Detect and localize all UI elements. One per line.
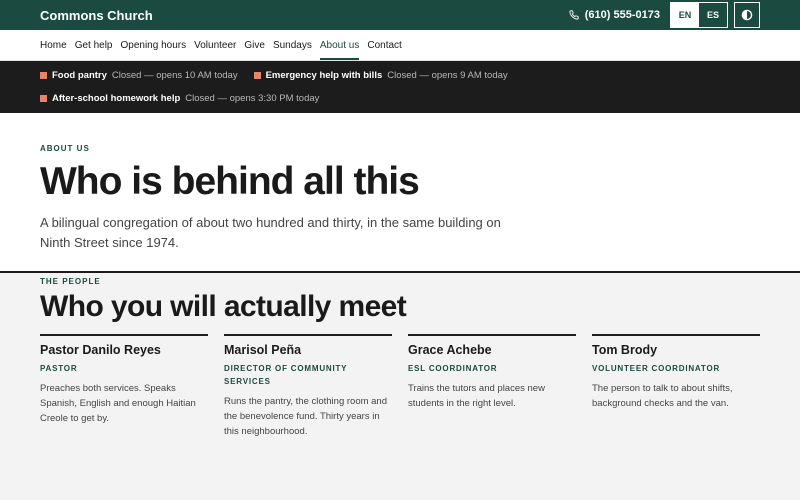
status-emergency-bills: Emergency help with bills Closed — opens… (253, 70, 508, 81)
status-state: Closed — opens 10 AM today (111, 70, 238, 81)
status-indicator (40, 72, 47, 79)
about-eyebrow: ABOUT US (40, 144, 90, 153)
nav-item-get-help[interactable]: Get help (75, 30, 113, 60)
top-bar: Commons Church (610) 555-0173 EN ES (0, 0, 800, 30)
status-indicator (253, 72, 261, 79)
status-name[interactable]: Food pantry (52, 70, 107, 81)
person-description: Runs the pantry, the clothing room and t… (224, 396, 388, 437)
person-description: Trains the tutors and places new student… (408, 383, 545, 409)
language-switch: EN ES (670, 2, 728, 28)
nav-item-home[interactable]: Home (40, 30, 67, 60)
phone-link[interactable]: (610) 555-0173 (569, 9, 660, 21)
status-homework-help: After-school homework help Closed — open… (40, 93, 319, 104)
service-status-bar: Food pantry Closed — opens 10 AM today E… (0, 61, 800, 113)
person-name: Grace Achebe (408, 343, 492, 357)
person-name: Marisol Peña (224, 343, 302, 357)
status-indicator (40, 95, 47, 102)
about-lede: A bilingual congregation of about two hu… (40, 215, 501, 250)
person-card: Marisol Peña DIRECTOR OF COMMUNITY SERVI… (224, 334, 392, 439)
nav-item-volunteer[interactable]: Volunteer (194, 30, 236, 60)
person-role: PASTOR (40, 364, 78, 373)
lang-es-button[interactable]: ES (699, 3, 727, 27)
status-state: Closed — opens 3:30 PM today (185, 93, 320, 104)
person-name: Pastor Danilo Reyes (40, 343, 161, 357)
person-role: DIRECTOR OF COMMUNITY SERVICES (224, 364, 348, 386)
person-description: Preaches both services. Speaks Spanish, … (40, 383, 196, 424)
status-food-pantry: Food pantry Closed — opens 10 AM today (40, 70, 238, 81)
people-section: THE PEOPLE Who you will actually meet Pa… (0, 273, 800, 439)
page-title: Who is behind all this (40, 160, 420, 203)
nav-item-opening-hours[interactable]: Opening hours (121, 30, 187, 60)
people-title: Who you will actually meet (40, 290, 407, 323)
main-nav: Home Get help Opening hours Volunteer Give Su… (0, 30, 800, 61)
contrast-icon (741, 9, 753, 21)
nav-item-contact[interactable]: Contact (367, 30, 401, 60)
phone-icon (569, 10, 579, 20)
status-row: Food pantry Closed — opens 10 AM today E… (40, 68, 760, 83)
status-state: Closed — opens 9 AM today (387, 70, 508, 81)
status-name[interactable]: Emergency help with bills (266, 70, 383, 81)
person-role: VOLUNTEER COORDINATOR (592, 364, 721, 373)
status-row: After-school homework help Closed — open… (40, 91, 760, 106)
phone-number: (610) 555-0173 (584, 9, 660, 21)
site-brand[interactable]: Commons Church (40, 8, 153, 23)
person-card: Grace Achebe ESL COORDINATOR Trains the … (408, 334, 576, 439)
about-section: ABOUT US Who is behind all this A biling… (0, 113, 800, 273)
status-name[interactable]: After-school homework help (52, 93, 180, 104)
nav-item-give[interactable]: Give (244, 30, 265, 60)
lang-en-button[interactable]: EN (671, 3, 699, 27)
nav-item-sundays[interactable]: Sundays (273, 30, 312, 60)
person-card: Tom Brody VOLUNTEER COORDINATOR The pers… (592, 334, 760, 439)
person-description: The person to talk to about shifts, back… (592, 383, 733, 409)
person-card: Pastor Danilo Reyes PASTOR Preaches both… (40, 334, 208, 439)
people-cards: Pastor Danilo Reyes PASTOR Preaches both… (40, 334, 760, 439)
nav-item-about-us[interactable]: About us (319, 30, 360, 60)
person-name: Tom Brody (592, 343, 658, 357)
contrast-toggle-button[interactable] (734, 2, 760, 28)
people-eyebrow: THE PEOPLE (40, 277, 101, 286)
person-role: ESL COORDINATOR (408, 364, 498, 373)
